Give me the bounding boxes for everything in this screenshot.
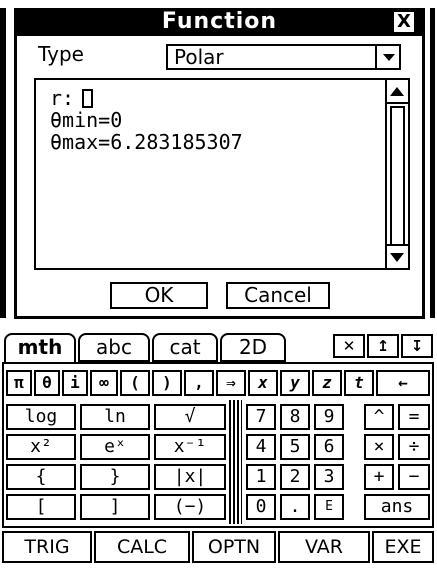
key-negate[interactable]: (−) <box>154 494 226 520</box>
key-square[interactable]: x² <box>6 434 76 460</box>
editor-scrollbar[interactable] <box>385 80 408 268</box>
scroll-up-icon[interactable] <box>387 80 408 104</box>
text-cursor <box>82 89 93 108</box>
key-2[interactable]: 2 <box>280 464 310 490</box>
key-abs[interactable]: |x| <box>154 464 226 490</box>
type-select[interactable]: Polar <box>166 44 401 70</box>
editor-line-r: r: <box>50 86 75 110</box>
key-9[interactable]: 9 <box>314 404 344 430</box>
key-1[interactable]: 1 <box>246 464 276 490</box>
key-3[interactable]: 3 <box>314 464 344 490</box>
softkey-optn[interactable]: OPTN <box>192 531 276 563</box>
key-t[interactable]: t <box>344 370 374 396</box>
key-sqrt[interactable]: √ <box>154 404 226 430</box>
cancel-button[interactable]: Cancel <box>226 282 330 309</box>
key-equals[interactable]: = <box>398 404 430 430</box>
key-plus[interactable]: + <box>364 464 394 490</box>
screen-edge-right <box>430 8 435 318</box>
key-multiply[interactable]: × <box>364 434 394 460</box>
ok-button[interactable]: OK <box>110 282 208 309</box>
key-pi[interactable]: π <box>6 370 32 396</box>
key-log[interactable]: log <box>6 404 76 430</box>
key-ans[interactable]: ans <box>364 494 430 520</box>
key-close-bracket[interactable]: ] <box>80 494 150 520</box>
scroll-down-icon[interactable] <box>387 244 408 268</box>
key-y[interactable]: y <box>280 370 310 396</box>
key-close-brace[interactable]: } <box>80 464 150 490</box>
key-x[interactable]: x <box>248 370 278 396</box>
key-6[interactable]: 6 <box>314 434 344 460</box>
tab-2d[interactable]: 2D <box>220 333 286 362</box>
key-open-brace[interactable]: { <box>6 464 76 490</box>
key-close-paren[interactable]: ) <box>152 370 182 396</box>
chevron-down-icon[interactable] <box>375 46 399 68</box>
scroll-thumb[interactable] <box>390 106 405 246</box>
key-7[interactable]: 7 <box>246 404 276 430</box>
tab-abc[interactable]: abc <box>78 333 150 362</box>
key-infinity[interactable]: ∞ <box>90 370 118 396</box>
key-open-paren[interactable]: ( <box>120 370 150 396</box>
key-power[interactable]: ^ <box>364 404 394 430</box>
function-editor[interactable]: r: θmin=0 θmax=6.283185307 <box>34 78 410 270</box>
down-arrow-icon[interactable]: ↧ <box>401 334 433 358</box>
softkey-exe[interactable]: EXE <box>372 531 434 563</box>
softkey-var[interactable]: VAR <box>278 531 370 563</box>
type-value: Polar <box>174 45 224 69</box>
softkey-calc[interactable]: CALC <box>94 531 190 563</box>
dialog-title: Function <box>14 8 425 36</box>
key-backspace[interactable]: ← <box>376 370 430 396</box>
key-minus[interactable]: − <box>398 464 430 490</box>
close-button[interactable]: X <box>392 10 416 34</box>
screen-edge-left <box>0 8 6 318</box>
key-0[interactable]: 0 <box>246 494 276 520</box>
keypad-divider <box>229 400 242 524</box>
key-divide[interactable]: ÷ <box>398 434 430 460</box>
up-arrow-icon[interactable]: ↥ <box>367 334 399 358</box>
key-8[interactable]: 8 <box>280 404 310 430</box>
key-reciprocal[interactable]: x⁻¹ <box>154 434 226 460</box>
key-theta[interactable]: θ <box>34 370 60 396</box>
key-i[interactable]: i <box>62 370 88 396</box>
key-exp[interactable]: eˣ <box>80 434 150 460</box>
close-icon[interactable]: ✕ <box>333 334 365 358</box>
key-open-bracket[interactable]: [ <box>6 494 76 520</box>
editor-line-thetamax: θmax=6.283185307 <box>50 130 243 154</box>
type-label: Type <box>38 42 84 66</box>
key-comma[interactable]: , <box>184 370 214 396</box>
key-decimal[interactable]: . <box>280 494 310 520</box>
tab-mth[interactable]: mth <box>4 333 76 362</box>
key-implies[interactable]: ⇒ <box>216 370 246 396</box>
tab-cat[interactable]: cat <box>152 333 218 362</box>
key-4[interactable]: 4 <box>246 434 276 460</box>
editor-line-thetamin: θmin=0 <box>50 108 123 132</box>
key-exponent[interactable]: E <box>314 494 344 520</box>
key-ln[interactable]: ln <box>80 404 150 430</box>
key-z[interactable]: z <box>312 370 342 396</box>
key-5[interactable]: 5 <box>280 434 310 460</box>
softkey-trig[interactable]: TRIG <box>2 531 92 563</box>
